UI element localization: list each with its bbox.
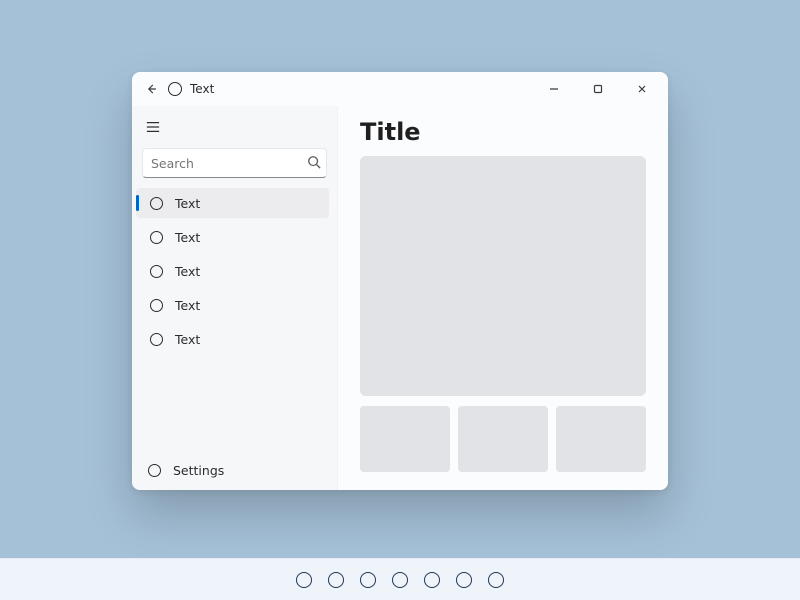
minimize-icon — [549, 84, 559, 94]
hamburger-icon — [146, 121, 160, 133]
taskbar[interactable] — [0, 558, 800, 600]
taskbar-pin-4[interactable] — [392, 572, 408, 588]
nav-item-label: Text — [175, 298, 200, 313]
nav-pane: Text Text Text Text — [132, 106, 338, 490]
circle-icon — [150, 333, 163, 346]
circle-icon — [150, 265, 163, 278]
app-window: Text — [132, 72, 668, 490]
taskbar-pin-2[interactable] — [328, 572, 344, 588]
minimize-button[interactable] — [532, 74, 576, 104]
arrow-left-icon — [145, 83, 157, 95]
desktop: Text — [0, 0, 800, 600]
circle-icon — [148, 464, 161, 477]
circle-icon — [150, 197, 163, 210]
nav-item-0[interactable]: Text — [136, 188, 329, 218]
taskbar-pin-7[interactable] — [488, 572, 504, 588]
close-button[interactable] — [620, 74, 664, 104]
taskbar-pin-6[interactable] — [456, 572, 472, 588]
titlebar[interactable]: Text — [132, 72, 668, 106]
nav-item-4[interactable]: Text — [136, 324, 329, 354]
maximize-icon — [593, 84, 603, 94]
nav-item-label: Text — [175, 264, 200, 279]
search-icon — [307, 154, 321, 173]
thumbnail-1[interactable] — [360, 406, 450, 472]
window-title: Text — [190, 82, 214, 96]
nav-settings[interactable]: Settings — [132, 450, 337, 490]
taskbar-pin-1[interactable] — [296, 572, 312, 588]
circle-icon — [150, 231, 163, 244]
maximize-button[interactable] — [576, 74, 620, 104]
content-pane: Title — [338, 106, 668, 490]
page-title: Title — [360, 118, 646, 146]
app-icon — [168, 82, 182, 96]
close-icon — [637, 84, 647, 94]
search-input[interactable] — [151, 156, 307, 171]
back-button[interactable] — [140, 78, 162, 100]
thumbnail-3[interactable] — [556, 406, 646, 472]
taskbar-pin-3[interactable] — [360, 572, 376, 588]
nav-item-1[interactable]: Text — [136, 222, 329, 252]
taskbar-pin-5[interactable] — [424, 572, 440, 588]
nav-item-label: Text — [175, 230, 200, 245]
nav-item-label: Text — [175, 332, 200, 347]
nav-item-3[interactable]: Text — [136, 290, 329, 320]
thumbnail-row — [360, 406, 646, 472]
nav-toggle-button[interactable] — [134, 110, 172, 144]
thumbnail-2[interactable] — [458, 406, 548, 472]
circle-icon — [150, 299, 163, 312]
search-box[interactable] — [142, 148, 327, 178]
window-body: Text Text Text Text — [132, 106, 668, 490]
nav-settings-label: Settings — [173, 463, 224, 478]
nav-item-label: Text — [175, 196, 200, 211]
nav-list: Text Text Text Text — [132, 184, 337, 356]
nav-item-2[interactable]: Text — [136, 256, 329, 286]
hero-placeholder — [360, 156, 646, 396]
